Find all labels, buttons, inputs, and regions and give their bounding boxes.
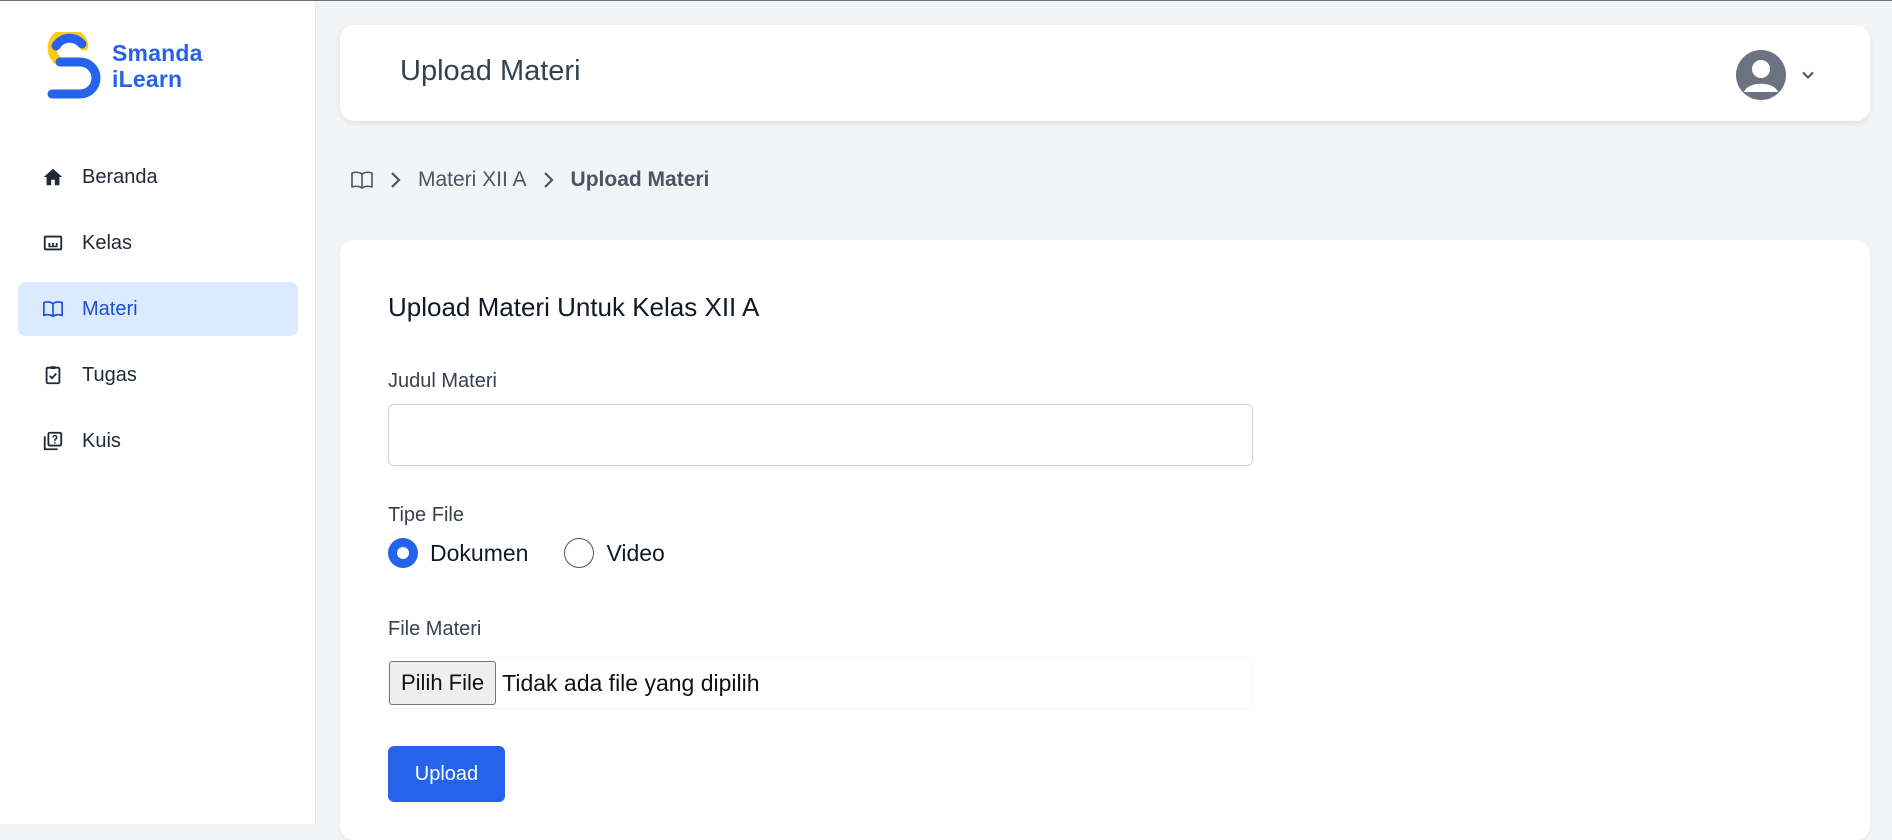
- sidebar-item-beranda[interactable]: Beranda: [18, 150, 298, 204]
- chevron-right-icon: [543, 172, 554, 188]
- upload-button[interactable]: Upload: [388, 746, 505, 802]
- user-avatar-icon[interactable]: [1736, 50, 1786, 100]
- sidebar-item-label: Kelas: [82, 231, 133, 254]
- choose-file-button[interactable]: Pilih File: [389, 661, 497, 705]
- breadcrumb: Materi XII A Upload Materi: [350, 168, 709, 192]
- window-top-border: [0, 0, 1892, 1]
- file-status-text: Tidak ada file yang dipilih: [502, 669, 760, 696]
- radio-video[interactable]: [564, 538, 595, 568]
- sidebar-nav: Beranda Kelas Materi Tugas Kuis: [18, 150, 298, 480]
- chevron-right-icon: [391, 172, 401, 188]
- brand-line-2: iLearn: [112, 66, 183, 92]
- judul-materi-input[interactable]: [388, 404, 1253, 466]
- upload-form-card: Upload Materi Untuk Kelas XII A Judul Ma…: [340, 240, 1870, 840]
- breadcrumb-current: Upload Materi: [570, 168, 710, 191]
- sidebar-item-kuis[interactable]: Kuis: [18, 414, 298, 468]
- sidebar-item-kelas[interactable]: Kelas: [18, 216, 298, 270]
- book-icon: [43, 301, 63, 318]
- judul-label: Judul Materi: [388, 370, 497, 392]
- book-icon[interactable]: [350, 168, 374, 192]
- sidebar: Smanda iLearn Beranda Kelas Materi Tugas…: [0, 0, 316, 824]
- logo-icon: [47, 32, 101, 99]
- home-icon: [43, 168, 63, 186]
- radio-video-label[interactable]: Video: [606, 540, 664, 567]
- page-title: Upload Materi: [400, 55, 581, 87]
- clipboard-check-icon: [45, 366, 61, 385]
- sidebar-item-materi[interactable]: Materi: [18, 282, 298, 336]
- radio-dokumen-label[interactable]: Dokumen: [430, 540, 528, 567]
- sidebar-item-tugas[interactable]: Tugas: [18, 348, 298, 402]
- file-input: Pilih File Tidak ada file yang dipilih: [388, 657, 1253, 709]
- form-title: Upload Materi Untuk Kelas XII A: [388, 292, 760, 322]
- breadcrumb-link[interactable]: Materi XII A: [418, 168, 527, 192]
- tipe-file-label: Tipe File: [388, 504, 464, 526]
- user-menu[interactable]: [1736, 50, 1816, 100]
- radio-dokumen[interactable]: [388, 538, 418, 568]
- sidebar-item-label: Kuis: [82, 429, 121, 452]
- class-board-icon: [43, 235, 63, 251]
- sidebar-item-label: Materi: [82, 297, 138, 320]
- brand-name: Smanda iLearn: [112, 40, 203, 92]
- top-header: Upload Materi: [340, 25, 1870, 121]
- brand-line-1: Smanda: [112, 40, 203, 66]
- app-logo[interactable]: Smanda iLearn: [38, 32, 203, 100]
- chevron-down-icon[interactable]: [1800, 67, 1816, 83]
- sidebar-item-label: Beranda: [82, 165, 158, 188]
- quiz-icon: [43, 431, 63, 451]
- tipe-file-group: Dokumen Video: [388, 538, 665, 568]
- file-materi-label: File Materi: [388, 618, 482, 640]
- sidebar-item-label: Tugas: [82, 363, 137, 386]
